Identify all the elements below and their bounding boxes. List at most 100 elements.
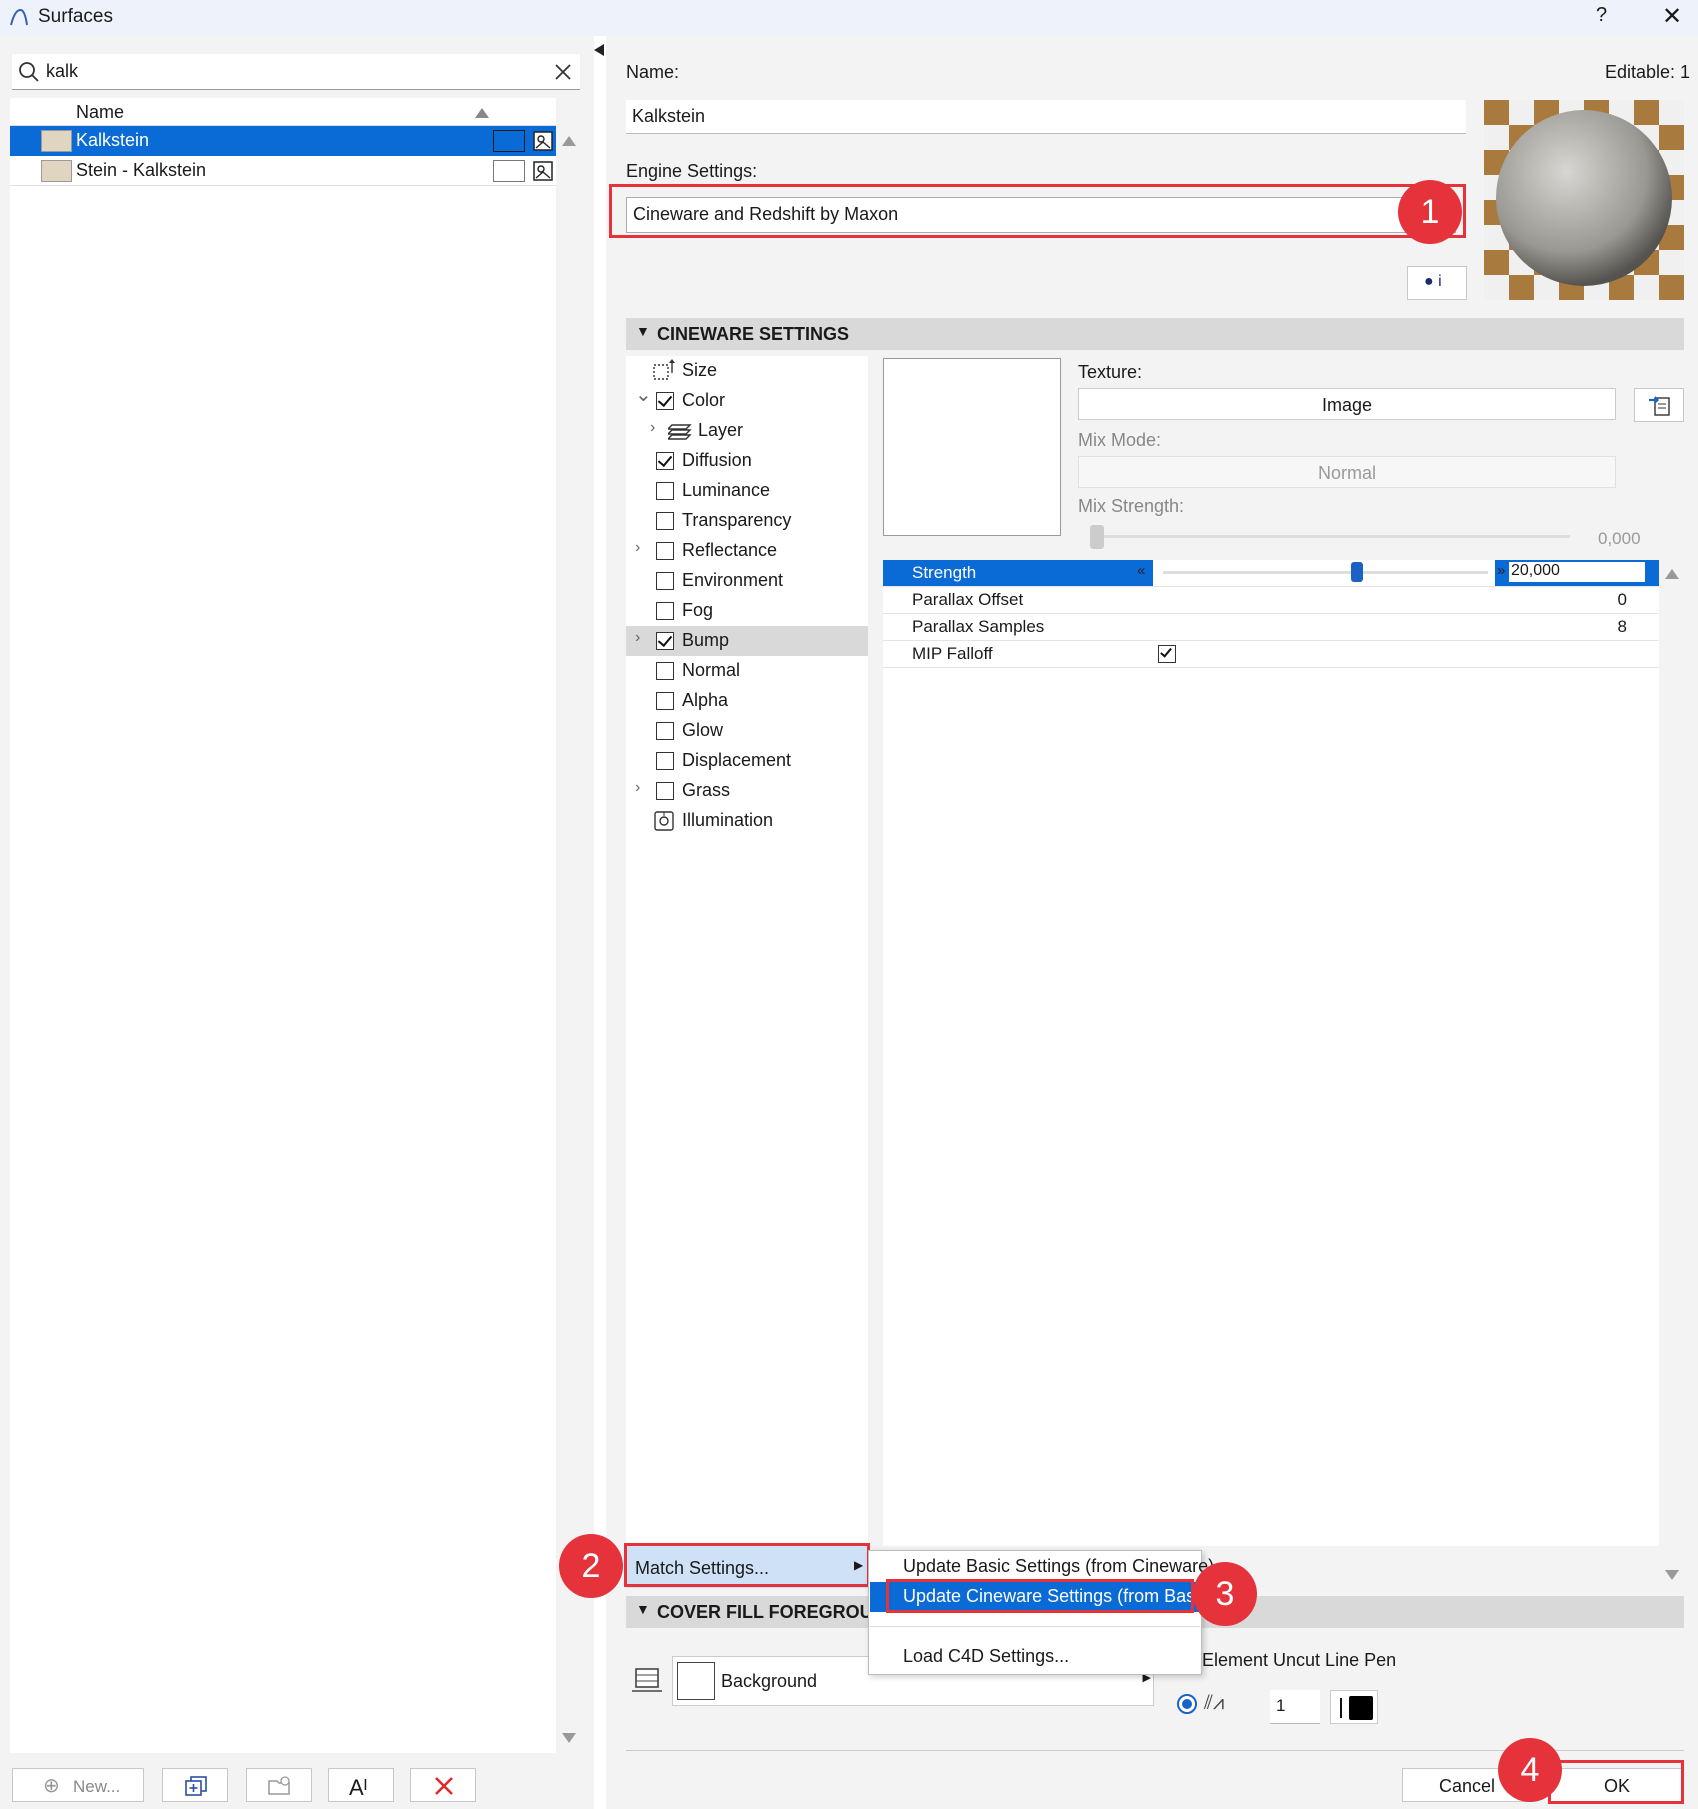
sort-ascending-icon [475, 108, 489, 118]
strength-increase-icon[interactable]: » [1497, 562, 1505, 579]
menu-update-basic-settings[interactable]: Update Basic Settings (from Cineware) [870, 1552, 1214, 1582]
channel-transparency[interactable]: Transparency [626, 506, 868, 536]
channel-checkbox[interactable] [656, 722, 674, 740]
list-scroll-down-icon[interactable] [562, 1733, 576, 1743]
duplicate-button[interactable] [162, 1768, 228, 1802]
strength-slider-thumb[interactable] [1351, 562, 1363, 582]
hatch-pen-icon: ⫽⩘ [1204, 1692, 1225, 1714]
channel-grass[interactable]: › Grass [626, 776, 868, 806]
collapse-pane-icon[interactable] [594, 44, 604, 56]
mix-mode-dropdown[interactable]: Normal [1078, 456, 1616, 488]
list-header[interactable]: Name [10, 98, 556, 126]
step-badge-2: 2 [559, 1534, 623, 1598]
rename-button[interactable]: Aᴵ [328, 1768, 394, 1802]
channel-fog[interactable]: Fog [626, 596, 868, 626]
channel-checkbox[interactable] [656, 602, 674, 620]
channel-normal[interactable]: Normal [626, 656, 868, 686]
chevron-right-icon[interactable]: › [635, 539, 640, 557]
channel-checkbox[interactable] [656, 632, 674, 650]
channel-checkbox[interactable] [656, 572, 674, 590]
channel-bump[interactable]: › Bump [626, 626, 868, 656]
parallax-samples-value[interactable]: 8 [1618, 617, 1627, 637]
channel-label: Environment [682, 570, 784, 590]
channel-checkbox[interactable] [656, 452, 674, 470]
pen-color-button[interactable] [1330, 1690, 1378, 1724]
channel-checkbox[interactable] [656, 392, 674, 410]
chevron-down-icon[interactable]: ⌄ [635, 382, 652, 407]
help-button[interactable]: ? [1596, 4, 1607, 27]
channel-label: Bump [682, 630, 730, 650]
cineware-settings-header[interactable]: ▼ CINEWARE SETTINGS [626, 318, 1684, 350]
list-row-kalkstein[interactable]: Kalkstein [10, 126, 556, 156]
info-button[interactable]: ● i [1407, 266, 1467, 300]
delete-button[interactable] [410, 1768, 476, 1802]
highlight-update-cineware [886, 1579, 1194, 1613]
channel-luminance[interactable]: Luminance [626, 476, 868, 506]
strength-value-input[interactable]: 20,000 [1509, 562, 1645, 582]
step-badge-3: 3 [1193, 1562, 1257, 1626]
channel-checkbox[interactable] [656, 752, 674, 770]
channel-label: Normal [682, 660, 741, 680]
color-box[interactable] [493, 160, 525, 182]
mix-strength-slider[interactable] [1090, 535, 1570, 538]
list-scroll-up-icon[interactable] [562, 136, 576, 146]
property-row-strength[interactable]: Strength « » 20,000 [883, 560, 1659, 587]
channel-environment[interactable]: Environment [626, 566, 868, 596]
channel-checkbox[interactable] [656, 692, 674, 710]
property-row-mip-falloff[interactable]: MIP Falloff [883, 641, 1659, 668]
channel-label: Grass [682, 780, 731, 800]
radio-selected-icon[interactable] [1176, 1693, 1198, 1715]
channel-glow[interactable]: Glow [626, 716, 868, 746]
cineware-settings-title: CINEWARE SETTINGS [657, 324, 850, 344]
chevron-right-icon[interactable]: › [635, 629, 640, 647]
menu-load-c4d-settings[interactable]: Load C4D Settings... [870, 1642, 1200, 1672]
color-box[interactable] [493, 130, 525, 152]
channel-label: Reflectance [682, 540, 778, 560]
channel-checkbox[interactable] [656, 782, 674, 800]
channel-checkbox[interactable] [656, 542, 674, 560]
strength-decrease-icon[interactable]: « [1137, 562, 1145, 579]
plus-circle-icon: ⊕ [43, 1775, 60, 1797]
name-column-header[interactable]: Name [76, 102, 124, 123]
element-uncut-line-pen-label: Element Uncut Line Pen [1202, 1650, 1397, 1670]
new-folder-button[interactable] [246, 1768, 312, 1802]
mip-falloff-checkbox[interactable] [1158, 645, 1176, 663]
strength-slider[interactable] [1163, 571, 1488, 574]
highlight-match-settings [624, 1543, 870, 1587]
image-icon[interactable] [532, 160, 554, 182]
channel-checkbox[interactable] [656, 512, 674, 530]
channel-size[interactable]: Size [626, 356, 868, 386]
props-scroll-up-icon[interactable] [1665, 569, 1679, 579]
new-button[interactable]: ⊕ New... [12, 1768, 144, 1802]
texture-button[interactable]: Image [1078, 388, 1616, 420]
property-row-parallax-samples[interactable]: Parallax Samples 8 [883, 614, 1659, 641]
channel-reflectance[interactable]: › Reflectance [626, 536, 868, 566]
search-input[interactable]: kalk [46, 61, 78, 82]
cover-fill-title: COVER FILL FOREGROUND [657, 1602, 899, 1622]
channel-checkbox[interactable] [656, 482, 674, 500]
pen-number-input[interactable]: 1 [1270, 1690, 1320, 1724]
engine-settings-dropdown[interactable]: Cineware and Redshift by Maxon [626, 197, 1456, 233]
channel-illumination[interactable]: Illumination [626, 806, 868, 836]
property-row-parallax-offset[interactable]: Parallax Offset 0 [883, 587, 1659, 614]
channel-diffusion[interactable]: Diffusion [626, 446, 868, 476]
channel-displacement[interactable]: Displacement [626, 746, 868, 776]
menu-separator [870, 1626, 1200, 1627]
name-input[interactable]: Kalkstein [626, 100, 1466, 134]
close-button[interactable]: ✕ [1662, 2, 1682, 31]
props-scroll-down-icon[interactable] [1665, 1570, 1679, 1580]
search-field[interactable]: kalk [12, 54, 580, 90]
channel-layer[interactable]: › Layer [626, 416, 868, 446]
layer-icon [666, 419, 694, 446]
parallax-offset-value[interactable]: 0 [1618, 590, 1627, 610]
load-texture-button[interactable] [1634, 388, 1684, 422]
image-icon[interactable] [532, 130, 554, 152]
channel-checkbox[interactable] [656, 662, 674, 680]
chevron-right-icon[interactable]: › [650, 419, 655, 437]
mix-strength-thumb[interactable] [1090, 525, 1104, 549]
list-row-stein-kalkstein[interactable]: Stein - Kalkstein [10, 156, 556, 186]
channel-alpha[interactable]: Alpha [626, 686, 868, 716]
clear-search-icon[interactable] [554, 63, 572, 81]
chevron-right-icon[interactable]: › [635, 779, 640, 797]
channel-color[interactable]: ⌄ Color [626, 384, 868, 416]
